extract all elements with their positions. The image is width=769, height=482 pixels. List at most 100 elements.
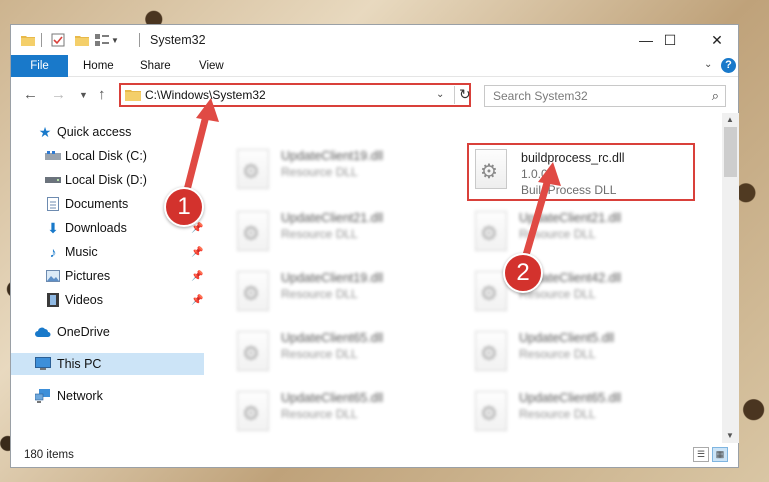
drive-icon xyxy=(45,148,61,164)
download-icon: ⬇ xyxy=(47,219,59,236)
file-type: BuildProcess DLL xyxy=(521,183,617,197)
dll-file-icon: ⚙ xyxy=(237,149,269,189)
sidebar-item-videos[interactable]: Videos 📌 xyxy=(11,289,204,311)
new-folder-icon[interactable] xyxy=(75,31,89,49)
computer-icon xyxy=(35,356,51,372)
dll-file-icon: ⚙ xyxy=(237,391,269,431)
sidebar-item-label: Music xyxy=(65,245,98,259)
videos-icon xyxy=(45,292,61,308)
file-name: UpdateClient19.dll xyxy=(281,149,384,163)
tab-file[interactable]: File xyxy=(11,55,68,77)
pin-icon[interactable]: 📌 xyxy=(191,271,203,282)
pin-icon[interactable]: 📌 xyxy=(191,247,203,258)
address-dropdown-chevron-icon[interactable]: ⌄ xyxy=(436,89,444,100)
tab-view[interactable]: View xyxy=(199,55,224,77)
help-icon[interactable]: ? xyxy=(721,58,736,73)
scroll-up-arrow-icon[interactable]: ▲ xyxy=(726,115,734,124)
step-marker-1: 1 xyxy=(164,187,204,227)
address-bar[interactable]: C:\Windows\System32 ⌄ ↻ xyxy=(119,83,471,107)
expand-ribbon-chevron-icon[interactable]: ⌄ xyxy=(704,59,712,70)
file-tile[interactable]: ⚙ UpdateClient42.dll Resource DLL xyxy=(467,265,692,321)
file-tile[interactable]: ⚙ UpdateClient5.dll Resource DLL xyxy=(467,325,692,381)
forward-arrow-icon[interactable]: → xyxy=(51,86,66,103)
refresh-icon[interactable]: ↻ xyxy=(454,86,471,104)
sidebar-item-label: This PC xyxy=(57,357,102,371)
file-name: UpdateClient65.dll xyxy=(281,391,384,405)
file-type: Resource DLL xyxy=(519,347,596,361)
file-list: ⚙ UpdateClient19.dll Resource DLL ⚙ buil… xyxy=(217,113,721,443)
toolbar-divider xyxy=(139,33,140,47)
sidebar-item-label: Documents xyxy=(65,197,129,211)
file-tile[interactable]: ⚙ UpdateClient65.dll Resource DLL xyxy=(229,385,454,441)
file-tile[interactable]: ⚙ UpdateClient19.dll Resource DLL xyxy=(229,143,454,199)
recent-locations-chevron-icon[interactable]: ▼ xyxy=(79,90,88,100)
maximize-button[interactable]: ☐ xyxy=(647,25,693,55)
scroll-down-arrow-icon[interactable]: ▼ xyxy=(726,431,734,440)
step-marker-2: 2 xyxy=(503,253,543,293)
music-icon: ♪ xyxy=(49,244,57,260)
up-arrow-icon[interactable]: ↑ xyxy=(98,86,106,103)
sidebar-item-label: Videos xyxy=(65,293,103,307)
sidebar-item-quick-access[interactable]: ★ Quick access xyxy=(11,121,204,143)
file-type: Resource DLL xyxy=(519,227,596,241)
customize-toolbar-chevron-icon[interactable]: ▼ xyxy=(111,31,119,49)
sidebar-item-label: Local Disk (C:) xyxy=(65,149,147,163)
file-version: 1.0.0.1 xyxy=(521,167,558,181)
title-bar: ▼ System32 — ☐ ✕ xyxy=(11,25,738,55)
cloud-icon xyxy=(35,324,51,340)
sidebar-item-label: Network xyxy=(57,389,103,403)
dll-file-icon: ⚙ xyxy=(475,391,507,431)
scroll-thumb[interactable] xyxy=(724,127,737,177)
vertical-scrollbar[interactable]: ▲ ▼ xyxy=(722,113,739,443)
drive-icon xyxy=(45,172,61,188)
sidebar-item-label: OneDrive xyxy=(57,325,110,339)
pin-icon[interactable]: 📌 xyxy=(191,295,203,306)
file-type: Resource DLL xyxy=(281,227,358,241)
back-arrow-icon[interactable]: ← xyxy=(23,86,38,103)
close-button[interactable]: ✕ xyxy=(694,25,740,55)
file-tile[interactable]: ⚙ UpdateClient19.dll Resource DLL xyxy=(229,265,454,321)
pictures-icon xyxy=(45,268,61,284)
navigation-pane: ★ Quick access Local Disk (C:) Local Dis… xyxy=(11,113,204,443)
sidebar-item-this-pc[interactable]: This PC xyxy=(11,353,204,375)
sidebar-item-label: Local Disk (D:) xyxy=(65,173,147,187)
file-tile[interactable]: ⚙ UpdateClient21.dll Resource DLL xyxy=(229,205,454,261)
view-options-icon[interactable] xyxy=(95,31,109,49)
toolbar-divider xyxy=(41,33,42,47)
dll-file-icon: ⚙ xyxy=(475,211,507,251)
status-bar: 180 items ☰ ▦ xyxy=(11,443,738,467)
file-tile[interactable]: ⚙ UpdateClient65.dll Resource DLL xyxy=(229,325,454,381)
file-tile[interactable]: ⚙ UpdateClient65.dll Resource DLL xyxy=(467,385,692,441)
properties-icon[interactable] xyxy=(51,31,65,49)
file-type: Resource DLL xyxy=(281,347,358,361)
sidebar-item-onedrive[interactable]: OneDrive xyxy=(11,321,204,343)
dll-file-icon: ⚙ xyxy=(475,331,507,371)
file-tile[interactable]: ⚙ UpdateClient21.dll Resource DLL xyxy=(467,205,692,261)
large-icons-view-icon[interactable]: ▦ xyxy=(712,447,728,462)
sidebar-item-local-disk-c[interactable]: Local Disk (C:) xyxy=(11,145,204,167)
network-icon xyxy=(35,388,51,404)
file-type: Resource DLL xyxy=(281,407,358,421)
search-input[interactable]: Search System32 xyxy=(493,89,588,103)
file-name: UpdateClient19.dll xyxy=(281,271,384,285)
folder-icon xyxy=(21,31,35,49)
tab-home[interactable]: Home xyxy=(83,55,114,77)
dll-file-icon: ⚙ xyxy=(237,271,269,311)
navigation-bar: ← → ▼ ↑ C:\Windows\System32 ⌄ ↻ Search S… xyxy=(11,77,738,113)
file-name: UpdateClient65.dll xyxy=(281,331,384,345)
sidebar-item-pictures[interactable]: Pictures 📌 xyxy=(11,265,204,287)
dll-file-icon: ⚙ xyxy=(475,271,507,311)
search-box[interactable]: Search System32 ⌕ xyxy=(484,85,726,107)
search-icon[interactable]: ⌕ xyxy=(712,88,719,104)
address-path[interactable]: C:\Windows\System32 xyxy=(145,88,266,102)
dll-file-icon: ⚙ xyxy=(237,331,269,371)
documents-icon xyxy=(45,196,61,212)
folder-icon xyxy=(125,88,141,101)
details-view-icon[interactable]: ☰ xyxy=(693,447,709,462)
file-name: buildprocess_rc.dll xyxy=(521,151,625,165)
tab-share[interactable]: Share xyxy=(140,55,171,77)
file-name: UpdateClient21.dll xyxy=(519,211,622,225)
sidebar-item-network[interactable]: Network xyxy=(11,385,204,407)
sidebar-item-music[interactable]: ♪ Music 📌 xyxy=(11,241,204,263)
file-tile-buildprocess[interactable]: ⚙ buildprocess_rc.dll 1.0.0.1 BuildProce… xyxy=(467,143,695,201)
